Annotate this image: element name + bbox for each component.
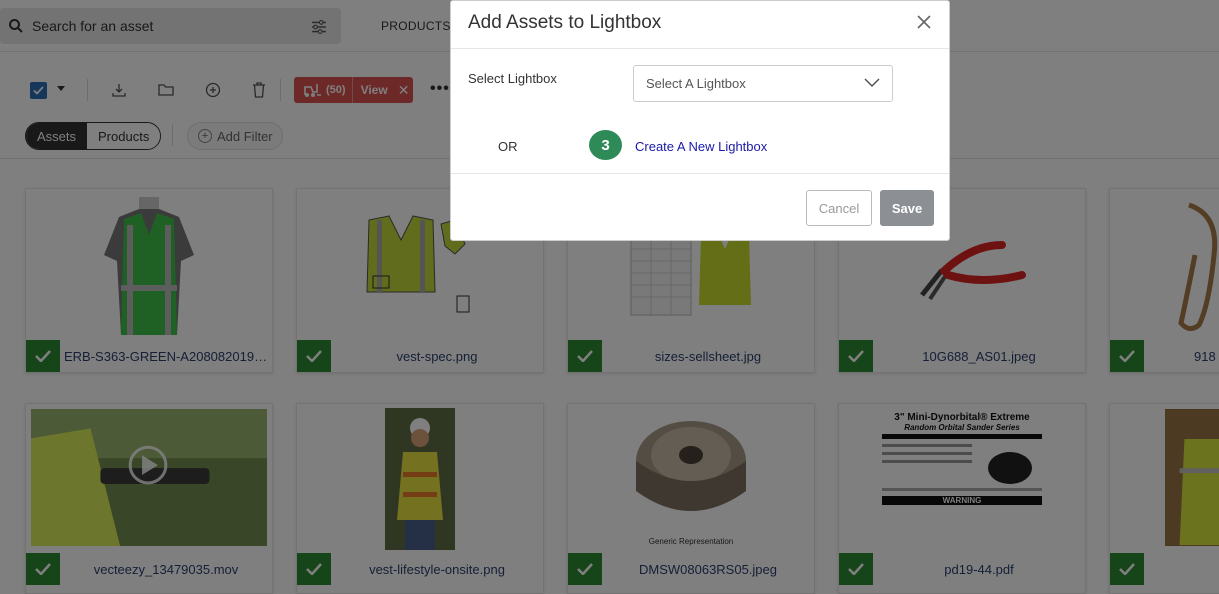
create-lightbox-link[interactable]: Create A New Lightbox <box>635 139 767 154</box>
or-label: OR <box>498 139 518 154</box>
save-button[interactable]: Save <box>880 190 934 226</box>
dialog-divider <box>451 48 949 49</box>
close-icon[interactable] <box>915 13 933 31</box>
chevron-down-icon <box>864 78 880 88</box>
lightbox-select-value: Select A Lightbox <box>646 76 746 91</box>
cancel-button[interactable]: Cancel <box>806 190 872 226</box>
lightbox-select[interactable]: Select A Lightbox <box>633 65 893 102</box>
dialog-divider <box>451 173 949 174</box>
step-badge: 3 <box>589 130 622 160</box>
dialog-title: Add Assets to Lightbox <box>468 12 662 33</box>
add-to-lightbox-dialog: Add Assets to Lightbox Select Lightbox S… <box>450 0 950 241</box>
select-lightbox-label: Select Lightbox <box>468 71 557 86</box>
